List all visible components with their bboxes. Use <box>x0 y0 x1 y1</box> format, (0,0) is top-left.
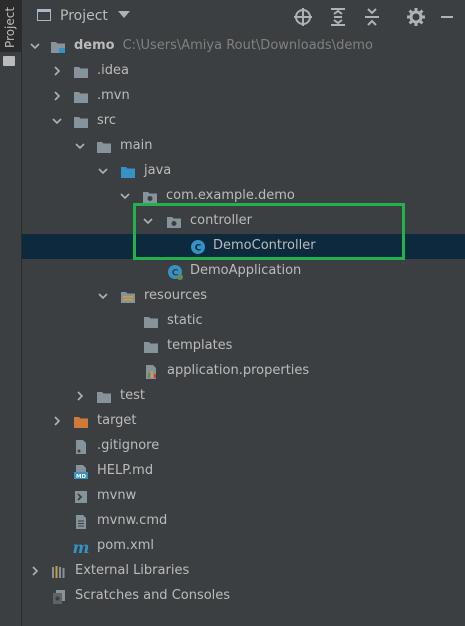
tree-item-label: target <box>97 413 137 428</box>
text-file-icon <box>73 514 89 530</box>
chevron-down-icon[interactable] <box>75 141 85 151</box>
collapse-all-icon[interactable] <box>361 6 383 28</box>
tree-item-label: .idea <box>97 63 129 78</box>
tree-item-scratches[interactable]: Scratches and Consoles <box>22 584 465 609</box>
shell-script-icon <box>73 489 89 505</box>
module-folder-icon <box>50 39 66 55</box>
window-icon <box>37 9 51 21</box>
hide-icon[interactable] <box>436 6 458 28</box>
chevron-right-icon[interactable] <box>52 416 62 426</box>
tree-item-label: pom.xml <box>97 538 154 553</box>
scratches-icon <box>51 589 67 605</box>
tree-item-label: DemoController <box>213 238 316 253</box>
chevron-down-icon[interactable] <box>143 216 153 226</box>
tree-item-pom-xml[interactable]: m pom.xml <box>22 534 465 559</box>
project-tree: demo C:\Users\Amiya Rout\Downloads\demo .… <box>22 34 465 626</box>
tree-item-package[interactable]: com.example.demo <box>22 184 465 209</box>
tree-item-label: controller <box>190 213 253 228</box>
tree-item-label: com.example.demo <box>166 188 295 203</box>
tree-item-label: application.properties <box>167 363 310 378</box>
chevron-down-icon[interactable] <box>120 191 130 201</box>
markdown-file-icon: MD <box>73 464 89 480</box>
chevron-right-icon[interactable] <box>30 566 40 576</box>
java-class-icon: C <box>190 239 206 255</box>
project-path: C:\Users\Amiya Rout\Downloads\demo <box>122 38 373 53</box>
chevron-down-icon[interactable] <box>30 41 40 51</box>
tree-item-resources[interactable]: resources <box>22 284 465 309</box>
folder-icon <box>96 389 112 405</box>
tree-item-label: demo <box>74 38 115 53</box>
folder-icon <box>3 56 15 66</box>
tree-item-main[interactable]: main <box>22 134 465 159</box>
package-icon <box>166 214 182 230</box>
tree-item-label: main <box>120 138 153 153</box>
locate-icon[interactable] <box>292 6 314 28</box>
panel-title[interactable]: Project <box>60 8 108 24</box>
svg-text:C: C <box>195 244 202 254</box>
tool-window-stripe: Project <box>0 0 22 626</box>
package-icon <box>142 189 158 205</box>
chevron-right-icon[interactable] <box>75 391 85 401</box>
expand-all-icon[interactable] <box>327 6 349 28</box>
tree-item-java[interactable]: java <box>22 159 465 184</box>
chevron-down-icon[interactable] <box>98 166 108 176</box>
tree-item-static[interactable]: static <box>22 309 465 334</box>
maven-icon: m <box>73 539 89 555</box>
tree-item-demo-controller[interactable]: C DemoController <box>22 234 465 259</box>
tree-item-label: .gitignore <box>97 438 160 453</box>
tree-item-templates[interactable]: templates <box>22 334 465 359</box>
source-folder-icon <box>120 164 136 180</box>
tree-item-label: Scratches and Consoles <box>75 588 231 603</box>
tree-item-src[interactable]: src <box>22 109 465 134</box>
folder-icon <box>73 114 89 130</box>
chevron-right-icon[interactable] <box>52 66 62 76</box>
tree-item-mvn[interactable]: .mvn <box>22 84 465 109</box>
ignore-file-icon <box>73 439 89 455</box>
chevron-down-icon[interactable] <box>118 11 130 18</box>
tree-item-label: mvnw <box>97 488 137 503</box>
chevron-right-icon[interactable] <box>52 91 62 101</box>
tree-item-mvnw-cmd[interactable]: mvnw.cmd <box>22 509 465 534</box>
tree-item-idea[interactable]: .idea <box>22 59 465 84</box>
tree-item-external-libraries[interactable]: External Libraries <box>22 559 465 584</box>
folder-icon <box>73 89 89 105</box>
tree-item-label: mvnw.cmd <box>97 513 168 528</box>
resources-folder-icon <box>120 289 136 305</box>
tree-item-label: templates <box>167 338 233 353</box>
project-stripe-label: Project <box>3 6 17 48</box>
spring-boot-class-icon: C <box>167 264 183 280</box>
tree-item-label: static <box>167 313 203 328</box>
tree-item-help-md[interactable]: MD HELP.md <box>22 459 465 484</box>
tree-item-label: java <box>144 163 172 178</box>
chevron-down-icon[interactable] <box>98 291 108 301</box>
folder-icon <box>143 314 159 330</box>
tree-item-controller[interactable]: controller <box>22 209 465 234</box>
tree-item-application-properties[interactable]: application.properties <box>22 359 465 384</box>
tree-item-label: External Libraries <box>75 563 190 578</box>
svg-text:m: m <box>73 539 89 555</box>
gear-icon[interactable] <box>405 6 427 28</box>
tree-item-label: HELP.md <box>97 463 154 478</box>
chevron-down-icon[interactable] <box>52 116 62 126</box>
project-stripe-tab[interactable]: Project <box>0 0 21 52</box>
tree-item-label: DemoApplication <box>190 263 302 278</box>
folder-icon <box>73 64 89 80</box>
tree-item-test[interactable]: test <box>22 384 465 409</box>
tree-item-gitignore[interactable]: .gitignore <box>22 434 465 459</box>
properties-file-icon <box>143 364 159 380</box>
tree-item-demo[interactable]: demo C:\Users\Amiya Rout\Downloads\demo <box>22 34 465 59</box>
project-panel-header: Project <box>22 0 465 35</box>
library-icon <box>51 564 67 580</box>
tree-item-label: resources <box>144 288 208 303</box>
folder-icon <box>96 139 112 155</box>
tree-item-label: test <box>120 388 145 403</box>
tree-item-demo-application[interactable]: C DemoApplication <box>22 259 465 284</box>
svg-text:MD: MD <box>76 474 86 480</box>
tree-item-label: src <box>97 113 116 128</box>
excluded-folder-icon <box>73 414 89 430</box>
tree-item-label: .mvn <box>97 88 130 103</box>
folder-icon <box>143 339 159 355</box>
tree-item-target[interactable]: target <box>22 409 465 434</box>
tree-item-mvnw[interactable]: mvnw <box>22 484 465 509</box>
